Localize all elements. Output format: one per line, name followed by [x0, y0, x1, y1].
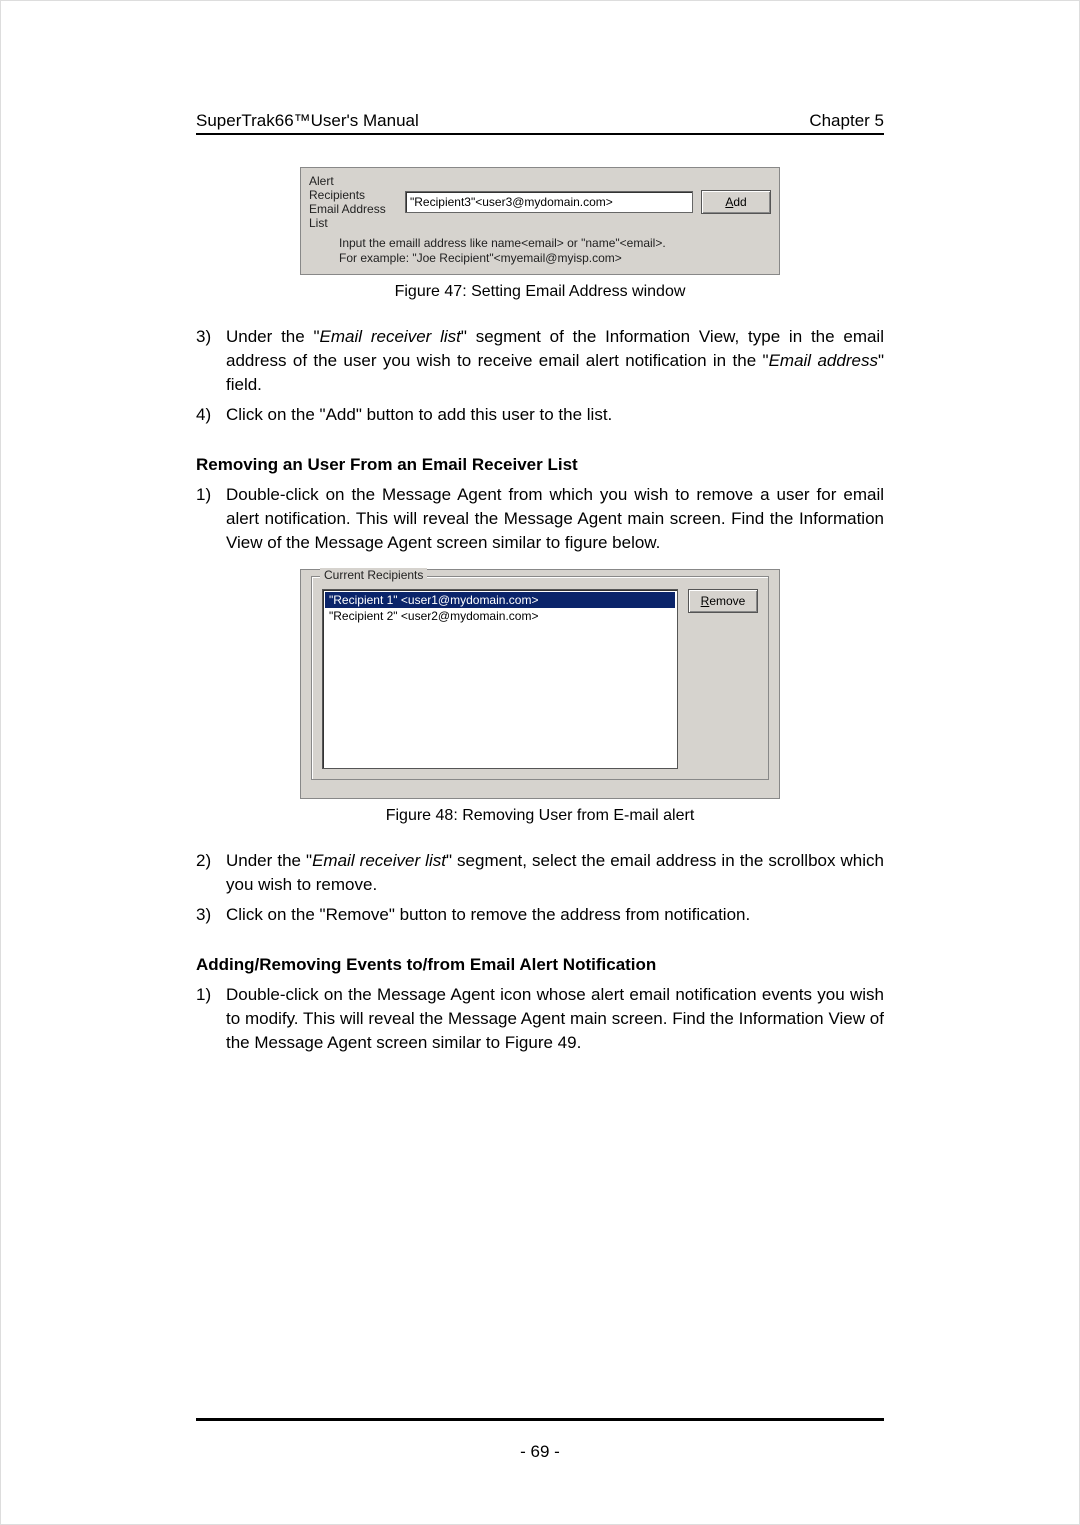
step-3: 3) Under the "Email receiver list" segme…	[196, 325, 884, 397]
removing-heading: Removing an User From an Email Receiver …	[196, 455, 884, 475]
removing-step-2: 2) Under the "Email receiver list" segme…	[196, 849, 884, 897]
adding-step-1: 1) Double-click on the Message Agent ico…	[196, 983, 884, 1055]
email-address-input[interactable]	[405, 191, 693, 213]
figure-48-container: Current Recipients "Recipient 1" <user1@…	[196, 569, 884, 799]
email-address-list-label: Alert Recipients Email Address List	[309, 174, 397, 230]
removing-step-3: 3) Click on the "Remove" button to remov…	[196, 903, 884, 927]
header-rule	[196, 133, 884, 135]
figure-47-panel: Alert Recipients Email Address List Add …	[300, 167, 780, 275]
email-hint-text: Input the emaill address like name<email…	[339, 236, 771, 266]
footer-rule	[196, 1418, 884, 1421]
removing-step-1: 1) Double-click on the Message Agent fro…	[196, 483, 884, 555]
recipients-listbox[interactable]: "Recipient 1" <user1@mydomain.com> "Reci…	[322, 589, 678, 769]
header-right: Chapter 5	[809, 111, 884, 131]
current-recipients-group: Current Recipients "Recipient 1" <user1@…	[311, 576, 769, 780]
adding-removing-heading: Adding/Removing Events to/from Email Ale…	[196, 955, 884, 975]
page-header: SuperTrak66™User's Manual Chapter 5	[196, 111, 884, 131]
list-item[interactable]: "Recipient 1" <user1@mydomain.com>	[325, 592, 675, 608]
figure-48-panel: Current Recipients "Recipient 1" <user1@…	[300, 569, 780, 799]
document-page: SuperTrak66™User's Manual Chapter 5 Aler…	[0, 0, 1080, 1525]
figure-47-caption: Figure 47: Setting Email Address window	[196, 283, 884, 301]
page-number: - 69 -	[1, 1442, 1079, 1462]
figure-48-caption: Figure 48: Removing User from E-mail ale…	[196, 807, 884, 825]
list-item[interactable]: "Recipient 2" <user2@mydomain.com>	[325, 608, 675, 624]
step-4: 4) Click on the "Add" button to add this…	[196, 403, 884, 427]
remove-button[interactable]: Remove	[688, 589, 758, 613]
add-button[interactable]: Add	[701, 190, 771, 214]
current-recipients-legend: Current Recipients	[320, 568, 427, 582]
figure-47-container: Alert Recipients Email Address List Add …	[196, 167, 884, 275]
header-left: SuperTrak66™User's Manual	[196, 111, 419, 131]
